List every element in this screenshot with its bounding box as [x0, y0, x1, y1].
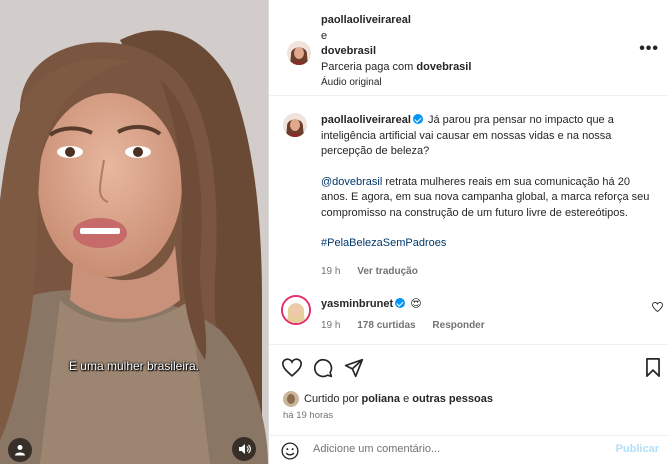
instagram-post: E uma mulher brasileira. paollaoliveirar… [0, 0, 668, 464]
mention-link[interactable]: @dovebrasil [321, 176, 382, 188]
avatar-image [283, 297, 309, 323]
partner-link[interactable]: dovebrasil [416, 61, 471, 73]
hashtag-link[interactable]: #PelaBelezaSemPadroes [321, 237, 446, 249]
audio-toggle-button[interactable] [232, 437, 256, 461]
reel-video[interactable]: E uma mulher brasileira. [0, 0, 268, 464]
comment-like-icon[interactable] [652, 302, 663, 312]
liker-username[interactable]: poliana [361, 393, 400, 405]
post-time[interactable]: há 19 horas [283, 410, 333, 421]
audio-label[interactable]: Áudio original [321, 75, 471, 91]
caption-time: 19 h [321, 266, 341, 277]
video-frame [0, 0, 268, 464]
commenter-username[interactable]: yasminbrunet [321, 298, 393, 310]
add-comment-row: Publicar [269, 435, 668, 464]
see-translation-link[interactable]: Ver tradução [357, 266, 418, 277]
other-likers-link[interactable]: outras pessoas [412, 393, 493, 405]
post-actions: Curtido por poliana e outras pessoas há … [269, 344, 668, 464]
verified-badge-icon [412, 114, 423, 124]
liked-by-connector: e [403, 393, 410, 405]
caption-text: paollaoliveirareal Já parou pra pensar n… [321, 113, 651, 252]
caption-meta: 19 h Ver tradução [321, 266, 432, 277]
comment-body: yasminbrunet 😍 [321, 297, 422, 310]
comment-input[interactable] [313, 443, 603, 455]
publish-button[interactable]: Publicar [616, 443, 659, 455]
comment-likes[interactable]: 178 curtidas [357, 320, 415, 331]
video-subtitle: E uma mulher brasileira. [68, 359, 200, 373]
comment-meta: 19 h 178 curtidas Responder [321, 320, 499, 331]
header-authors: paollaoliveirareal e dovebrasil Parceria… [321, 13, 471, 91]
tagged-users-button[interactable] [8, 438, 32, 462]
comment-icon[interactable] [313, 358, 333, 378]
user-icon [15, 445, 25, 456]
authors-connector: e [321, 29, 328, 42]
more-options-icon[interactable]: ••• [639, 40, 659, 58]
avatar-image [283, 113, 307, 137]
author-username[interactable]: paollaoliveirareal [321, 13, 471, 29]
author-avatar[interactable] [287, 41, 311, 65]
post-header: paollaoliveirareal e dovebrasil Parceria… [269, 0, 668, 96]
liker-avatar[interactable] [283, 391, 299, 407]
commenter-avatar[interactable] [281, 295, 311, 325]
avatar-image [287, 41, 311, 65]
emoji-icon[interactable] [281, 442, 299, 460]
reply-button[interactable]: Responder [432, 320, 484, 331]
avatar-image [283, 391, 299, 407]
liked-by-line: Curtido por poliana e outras pessoas [283, 391, 493, 407]
comment-time: 19 h [321, 320, 341, 331]
like-icon[interactable] [282, 358, 302, 377]
paid-partnership-line: Parceria paga com dovebrasil [321, 60, 471, 76]
caption-author-username[interactable]: paollaoliveirareal [321, 114, 411, 126]
comment-text: 😍 [410, 298, 422, 310]
partnership-label: Parceria paga com [321, 60, 414, 73]
caption-author-avatar[interactable] [283, 113, 307, 137]
coauthor-username[interactable]: dovebrasil [321, 44, 471, 60]
liked-by-prefix: Curtido por [304, 393, 359, 405]
verified-badge-icon [395, 298, 406, 308]
post-side-panel: paollaoliveirareal e dovebrasil Parceria… [268, 0, 668, 464]
share-icon[interactable] [344, 358, 364, 378]
speaker-icon [238, 444, 251, 454]
bookmark-icon[interactable] [645, 358, 661, 377]
